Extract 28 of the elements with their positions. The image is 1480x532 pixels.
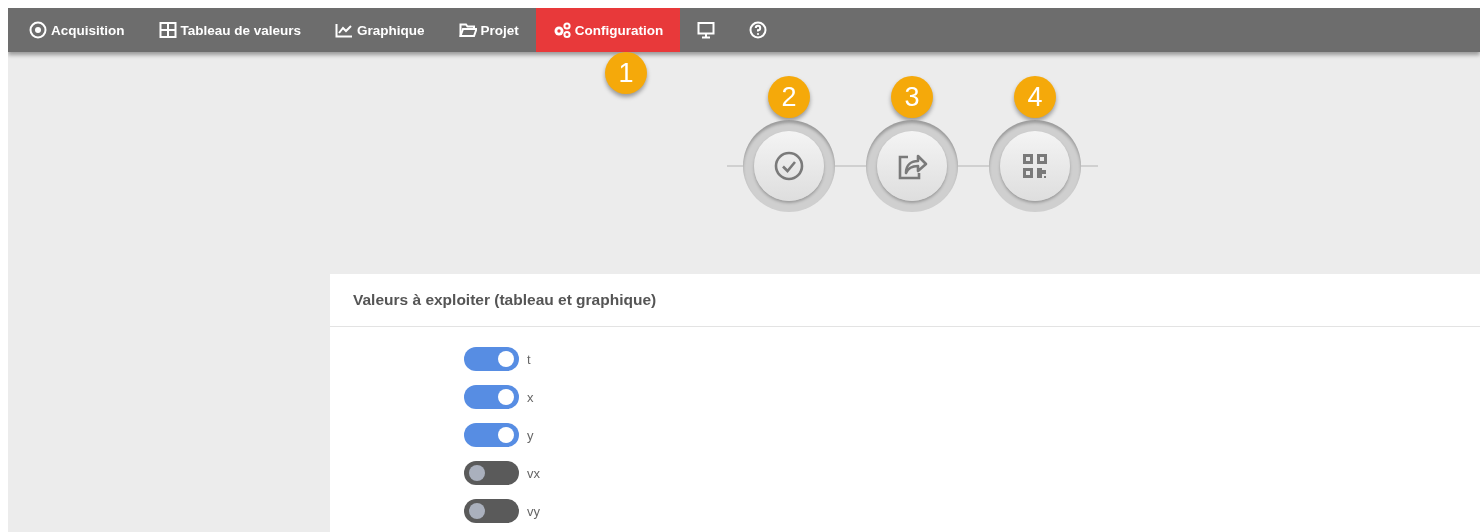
callout-badge: 3 bbox=[891, 76, 933, 118]
help-icon bbox=[749, 21, 768, 39]
callout-badge: 2 bbox=[768, 76, 810, 118]
target-icon bbox=[29, 21, 47, 39]
grid-icon bbox=[158, 21, 177, 39]
toggle-switch[interactable] bbox=[464, 347, 519, 371]
toggle-switch[interactable] bbox=[464, 423, 519, 447]
line-chart-icon bbox=[335, 21, 354, 39]
check-circle-icon bbox=[772, 149, 806, 183]
callout-badge: 4 bbox=[1014, 76, 1056, 118]
toggle-label: vy bbox=[527, 503, 540, 519]
toggle-label: vx bbox=[527, 465, 540, 481]
toggle-switch[interactable] bbox=[464, 499, 519, 523]
toggle-switch[interactable] bbox=[464, 385, 519, 409]
toggle-label: y bbox=[527, 427, 534, 443]
nav-tab[interactable]: Graphique bbox=[318, 8, 442, 52]
nav-tab[interactable]: Projet bbox=[441, 8, 536, 52]
monitor-icon bbox=[697, 21, 716, 39]
gears-icon bbox=[552, 21, 571, 39]
nav-tab[interactable]: Configuration bbox=[535, 8, 681, 52]
toggle-label: x bbox=[527, 389, 534, 405]
toggle-label: t bbox=[527, 351, 531, 367]
folder-icon bbox=[458, 21, 477, 39]
callout-badge: 1 bbox=[605, 52, 648, 94]
nav-tab[interactable]: Acquisition bbox=[12, 8, 142, 52]
panel-title: Valeurs à exploiter (tableau et graphique) bbox=[353, 291, 657, 309]
nav-tab[interactable]: Tableau de valeurs bbox=[141, 8, 319, 52]
toggle-switch[interactable] bbox=[464, 461, 519, 485]
